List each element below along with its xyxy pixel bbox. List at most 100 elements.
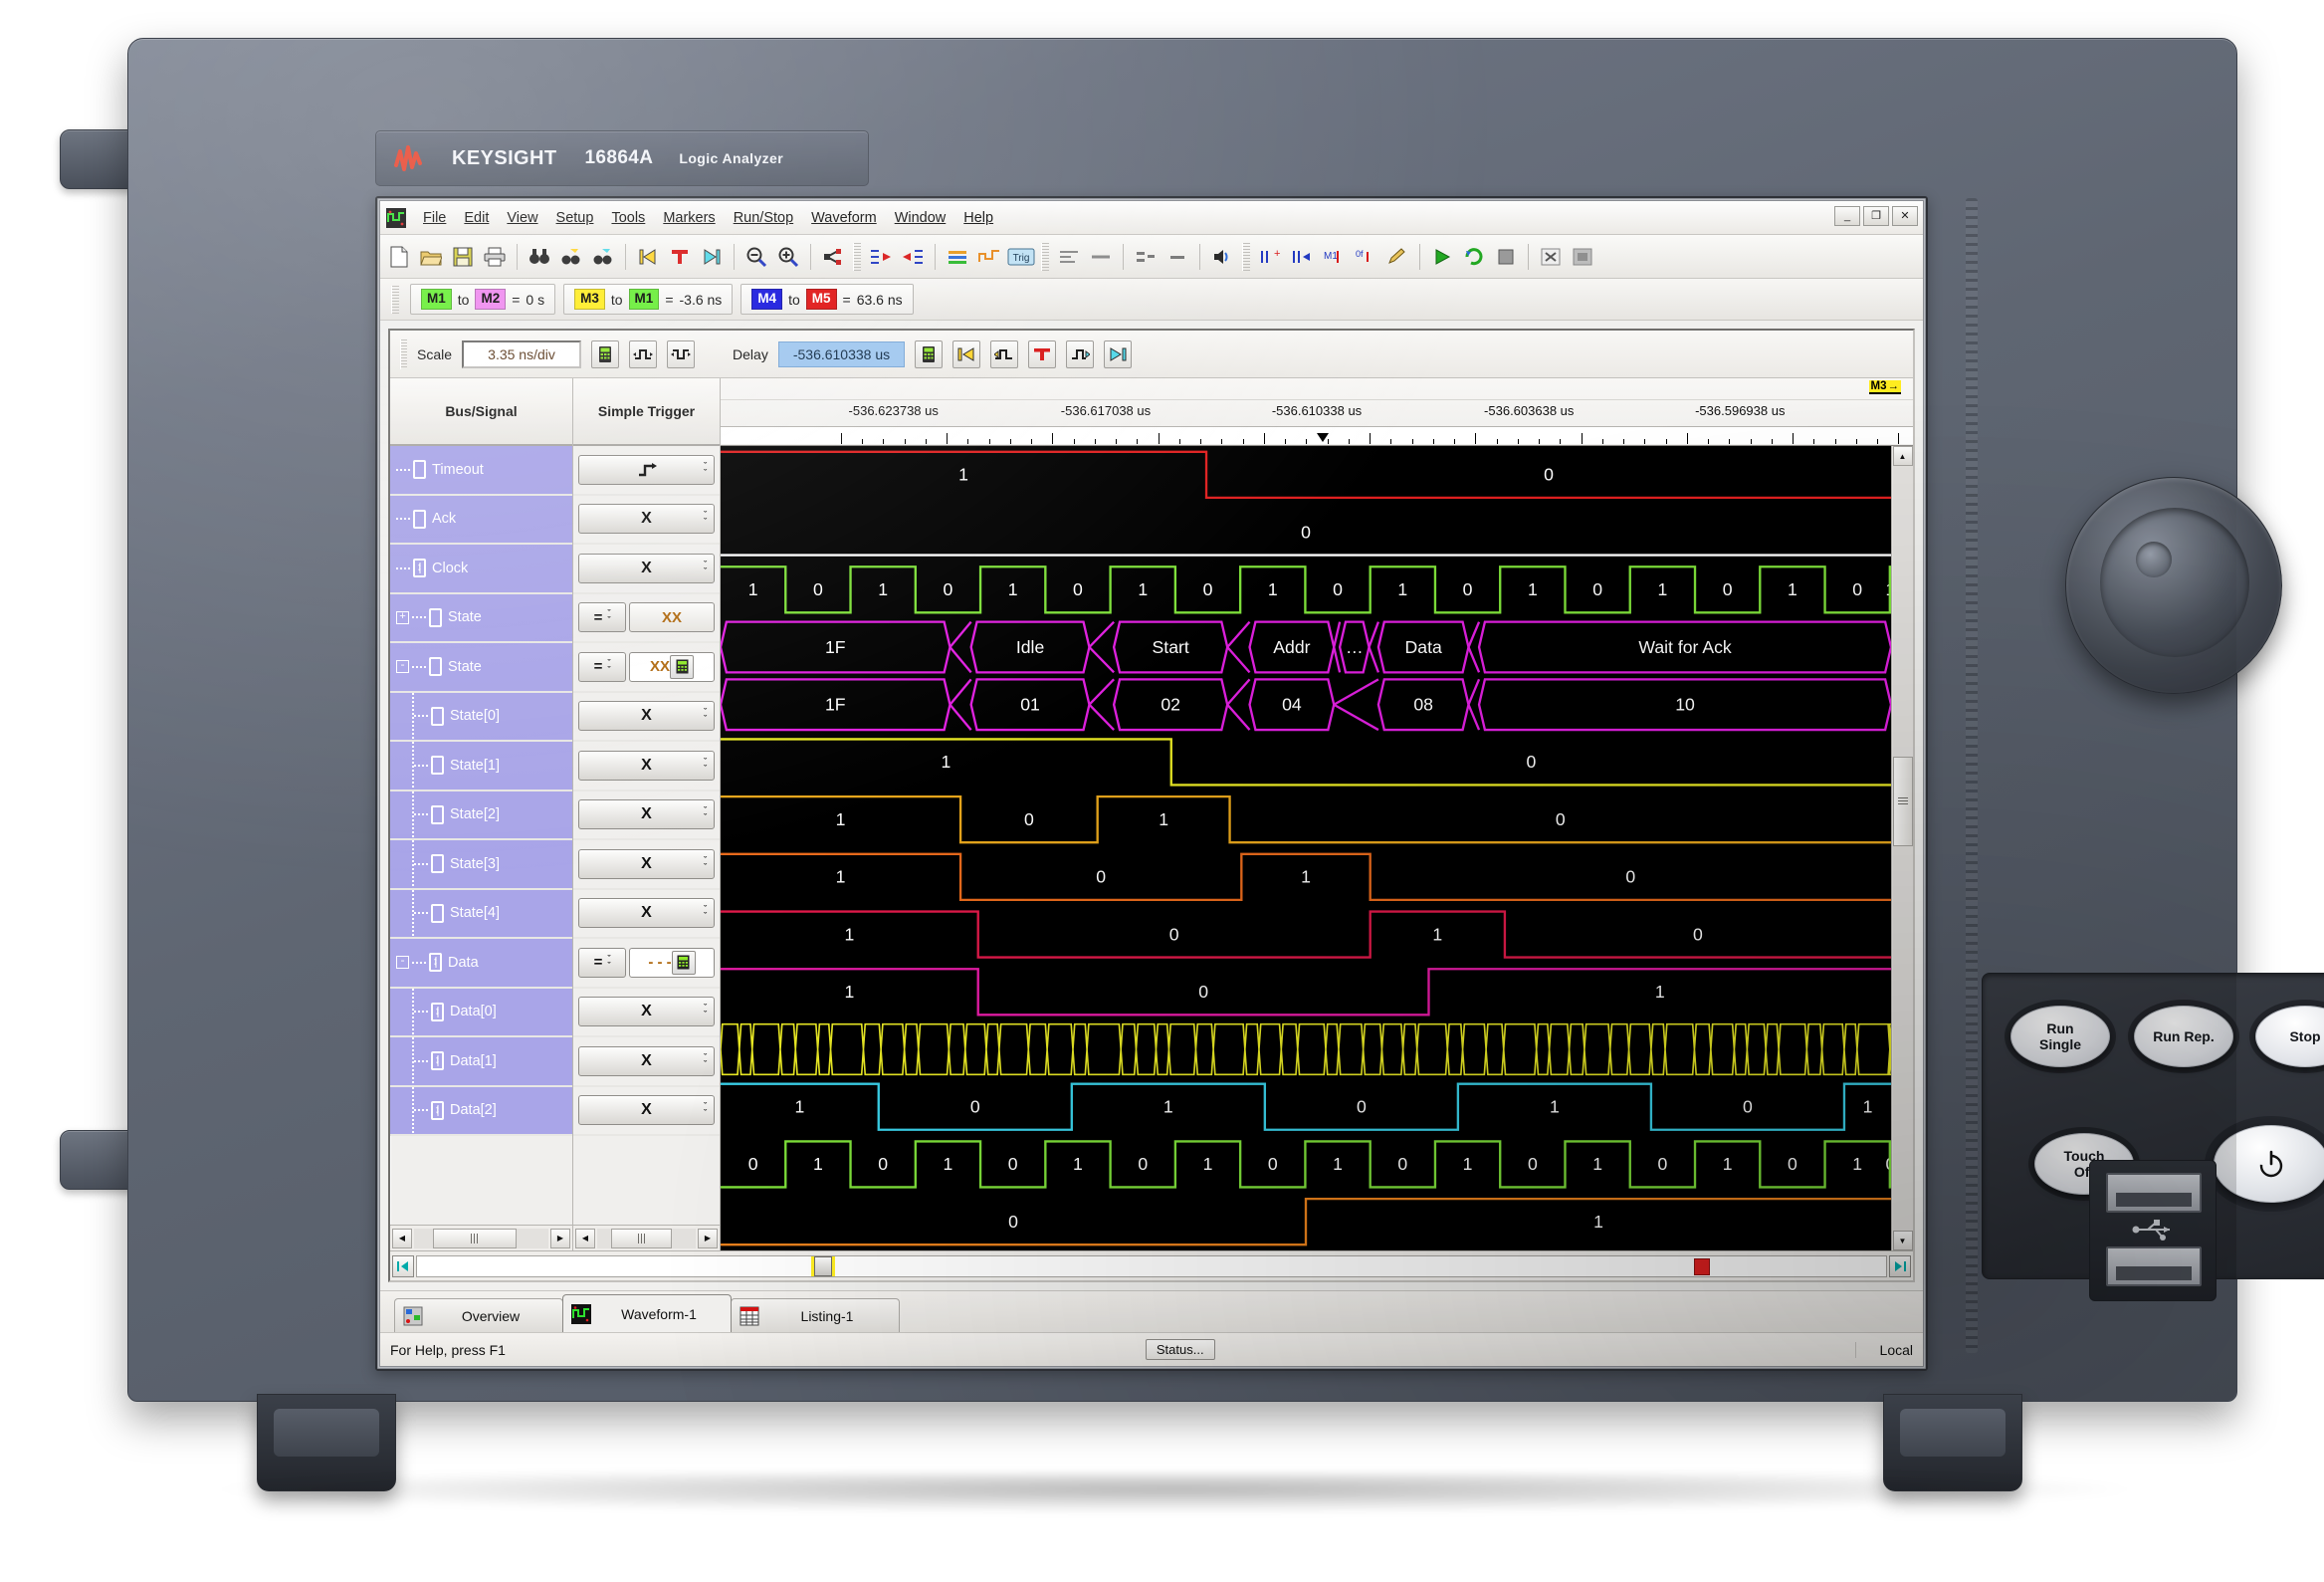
trigger-sequence-icon[interactable] <box>974 242 1004 272</box>
scale-decrease-icon[interactable] <box>629 339 658 368</box>
trigger-select-1[interactable]: X ˇˇ <box>578 504 715 535</box>
trigger-select-6[interactable]: X ˇˇ <box>578 750 715 781</box>
scroll-right-button[interactable]: ▶ <box>550 1228 570 1248</box>
scale-increase-icon[interactable] <box>667 339 696 368</box>
trigger-value-4[interactable]: XX <box>629 651 715 682</box>
menu-item-view[interactable]: View <box>498 206 546 230</box>
calculator-icon[interactable] <box>671 950 696 975</box>
trigger-select-12[interactable]: X ˇˇ <box>578 1045 715 1076</box>
marker-measurement-m1-m2[interactable]: M1 to M2 = 0 s <box>410 284 556 315</box>
trigger-function-icon[interactable] <box>943 242 972 272</box>
goto-start-icon[interactable] <box>952 339 981 368</box>
pan-to-end-button[interactable] <box>1889 1254 1911 1277</box>
tree-toggle-expand-icon[interactable]: + <box>396 610 409 624</box>
menu-item-waveform[interactable]: Waveform <box>802 206 886 230</box>
trigger-value-10[interactable]: - - - <box>629 947 715 978</box>
insert-after-icon[interactable] <box>898 242 928 272</box>
signal-row-state1[interactable]: State[1] <box>390 742 572 791</box>
trigger-select-0[interactable]: ˇˇ <box>578 454 715 485</box>
goto-trigger-icon[interactable] <box>665 242 695 272</box>
marker-m3-flag[interactable]: M3 → <box>1868 380 1901 394</box>
trigger-select-9[interactable]: X ˇˇ <box>578 898 715 929</box>
pan-track[interactable] <box>416 1254 1887 1277</box>
trigger-select-8[interactable]: X ˇˇ <box>578 848 715 879</box>
marker-pencil-icon[interactable] <box>1382 242 1412 272</box>
waveform-canvas[interactable]: 10010101010101010101011FIdleStartAddr…Da… <box>721 446 1891 1250</box>
markerbar-grip[interactable] <box>391 285 399 314</box>
scroll-track[interactable] <box>597 1228 696 1248</box>
find-binoculars-icon[interactable] <box>525 242 554 272</box>
signal-row-state[interactable]: + State <box>390 593 572 643</box>
run-repetitive-button[interactable]: Run Rep. <box>2134 1006 2233 1067</box>
signal-row-clock[interactable]: Clock <box>390 545 572 594</box>
find-next-binoculars-icon[interactable] <box>556 242 586 272</box>
marker-offset-icon[interactable]: 0f <box>1351 242 1380 272</box>
save-disk-icon[interactable] <box>448 242 478 272</box>
run-repetitive-icon[interactable] <box>1459 242 1489 272</box>
stop-square-icon[interactable] <box>1491 242 1521 272</box>
trigger-operator-4[interactable]: = ˇ ˇ <box>578 651 626 682</box>
tree-node-icon[interactable] <box>818 242 848 272</box>
menu-item-markers[interactable]: Markers <box>654 206 724 230</box>
scroll-thumb[interactable] <box>432 1228 517 1248</box>
marker-add-icon[interactable]: + <box>1255 242 1285 272</box>
tab-overview[interactable]: Overview <box>394 1298 563 1332</box>
goto-prev-edge-icon[interactable] <box>990 339 1019 368</box>
trigger-hscrollbar[interactable]: ◀ ▶ <box>573 1225 720 1250</box>
menu-item-edit[interactable]: Edit <box>455 206 498 230</box>
open-folder-icon[interactable] <box>416 242 446 272</box>
cancel-icon[interactable] <box>1536 242 1566 272</box>
run-play-icon[interactable] <box>1427 242 1457 272</box>
marker-measure-icon[interactable]: M1 <box>1319 242 1349 272</box>
align-left-icon[interactable] <box>1054 242 1084 272</box>
scroll-track[interactable] <box>414 1228 548 1248</box>
tree-toggle-collapse-icon[interactable]: - <box>396 956 409 970</box>
menu-item-setup[interactable]: Setup <box>547 206 603 230</box>
signal-row-state0[interactable]: State[0] <box>390 692 572 742</box>
trigger-select-11[interactable]: X ˇˇ <box>578 997 715 1027</box>
scroll-right-button[interactable]: ▶ <box>698 1228 718 1248</box>
calculator-icon[interactable] <box>670 654 694 679</box>
scroll-left-button[interactable]: ◀ <box>575 1228 595 1248</box>
trigger-select-5[interactable]: X ˇˇ <box>578 701 715 732</box>
zoom-out-icon[interactable] <box>741 242 771 272</box>
marker-measurement-m4-m5[interactable]: M4 to M5 = 63.6 ns <box>740 284 914 315</box>
signal-row-ack[interactable]: Ack <box>390 495 572 545</box>
signal-row-state2[interactable]: State[2] <box>390 791 572 840</box>
goto-begin-icon[interactable] <box>633 242 663 272</box>
close-button[interactable]: ✕ <box>1892 206 1918 226</box>
scroll-down-button[interactable]: ▼ <box>1892 1231 1913 1250</box>
trigger-operator-10[interactable]: = ˇ ˇ <box>578 947 626 978</box>
signal-row-timeout[interactable]: Timeout <box>390 446 572 496</box>
trigger-select-13[interactable]: X ˇˇ <box>578 1095 715 1126</box>
power-button[interactable] <box>2214 1125 2324 1203</box>
tab-waveform-1[interactable]: Waveform-1 <box>562 1294 732 1332</box>
signal-row-data1[interactable]: Data[1] <box>390 1037 572 1087</box>
menu-item-tools[interactable]: Tools <box>602 206 654 230</box>
delay-input[interactable]: -536.610338 us <box>777 340 906 367</box>
signal-row-data0[interactable]: Data[0] <box>390 988 572 1037</box>
speaker-icon[interactable] <box>1207 242 1237 272</box>
toolbar-grip[interactable] <box>853 242 861 271</box>
signal-row-data[interactable]: - Data <box>390 939 572 989</box>
goto-trigger-T-icon[interactable] <box>1028 339 1057 368</box>
horizontal-adjust-knob[interactable] <box>2065 477 2282 694</box>
toolbar-grip[interactable] <box>1041 242 1049 271</box>
goto-next-edge-icon[interactable] <box>1066 339 1095 368</box>
status-button[interactable]: Status... <box>1145 1339 1215 1360</box>
run-single-button[interactable]: Run Single <box>2010 1006 2110 1067</box>
timeline-ruler[interactable]: M3 → -536.623738 us -536.617038 us -536.61… <box>721 378 1913 446</box>
menu-item-file[interactable]: File <box>414 206 455 230</box>
scroll-thumb[interactable] <box>1892 756 1913 846</box>
marker-next-icon[interactable] <box>1287 242 1317 272</box>
goto-end-icon[interactable] <box>697 242 727 272</box>
signal-row-state[interactable]: - State <box>390 643 572 693</box>
horizontal-pan-bar[interactable] <box>390 1250 1913 1280</box>
toolbar-grip[interactable] <box>1242 242 1250 271</box>
scale-input[interactable]: 3.35 ns/div <box>462 339 582 368</box>
stop-button[interactable]: Stop <box>2255 1006 2324 1067</box>
menu-item-run-stop[interactable]: Run/Stop <box>725 206 802 230</box>
signal-row-state3[interactable]: State[3] <box>390 840 572 890</box>
signal-row-state4[interactable]: State[4] <box>390 889 572 939</box>
clear-icon[interactable] <box>1568 242 1597 272</box>
